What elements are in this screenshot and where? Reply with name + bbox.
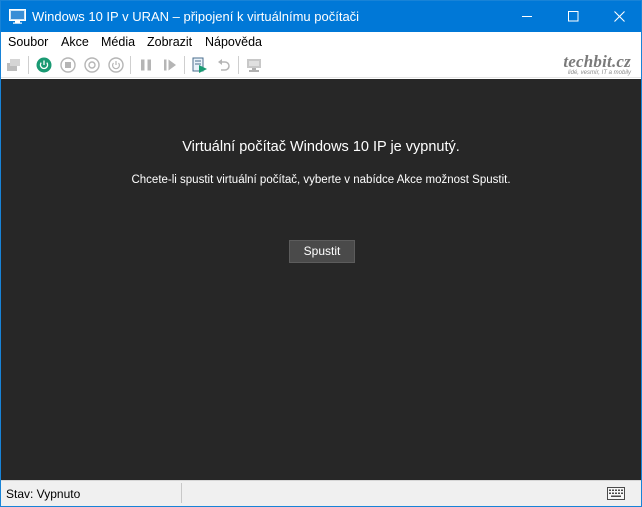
- menu-soubor[interactable]: Soubor: [8, 35, 48, 49]
- menu-akce[interactable]: Akce: [61, 35, 89, 49]
- minimize-icon: [522, 16, 532, 17]
- toolbar-separator: [184, 56, 185, 74]
- pause-icon: [141, 59, 151, 71]
- checkpoint-icon: [192, 57, 207, 73]
- close-button[interactable]: [596, 1, 642, 32]
- menu-media[interactable]: Média: [101, 35, 135, 49]
- vm-connection-window: Windows 10 IP v URAN – připojení k virtu…: [0, 0, 642, 507]
- ctrl-alt-del-button[interactable]: [4, 55, 24, 75]
- brand-name: techbit.cz: [563, 52, 631, 71]
- shut-down-button[interactable]: [82, 55, 102, 75]
- menu-napoveda[interactable]: Nápověda: [205, 35, 262, 49]
- save-button[interactable]: [106, 55, 126, 75]
- vm-connect-app-icon: [9, 8, 26, 24]
- resume-icon: [164, 59, 176, 71]
- pause-button[interactable]: [136, 55, 156, 75]
- start-icon: [36, 57, 52, 73]
- minimize-button[interactable]: [504, 1, 550, 32]
- techbit-logo: techbit.cz lidé, vesmír, IT a mobily: [563, 53, 631, 77]
- toolbar: techbit.cz lidé, vesmír, IT a mobily: [1, 52, 641, 78]
- vm-display-area[interactable]: Virtuální počítač Windows 10 IP je vypnu…: [1, 79, 641, 480]
- brand-tagline: lidé, vesmír, IT a mobily: [567, 70, 631, 76]
- resume-button[interactable]: [160, 55, 180, 75]
- enhanced-session-icon: [247, 59, 261, 72]
- turn-off-icon: [60, 57, 76, 73]
- vm-off-heading: Virtuální počítač Windows 10 IP je vypnu…: [182, 139, 460, 155]
- turn-off-button[interactable]: [58, 55, 78, 75]
- maximize-button[interactable]: [550, 1, 596, 32]
- save-icon: [108, 57, 124, 73]
- start-button-toolbar[interactable]: [34, 55, 54, 75]
- title-bar[interactable]: Windows 10 IP v URAN – připojení k virtu…: [1, 1, 641, 32]
- toolbar-separator: [238, 56, 239, 74]
- window-title: Windows 10 IP v URAN – připojení k virtu…: [32, 9, 360, 24]
- vm-status-text: Stav: Vypnuto: [6, 487, 81, 501]
- revert-icon: [218, 59, 230, 71]
- close-icon: [614, 11, 625, 22]
- checkpoint-button[interactable]: [190, 55, 210, 75]
- toolbar-separator: [130, 56, 131, 74]
- keyboard-icon[interactable]: [607, 487, 625, 505]
- enhanced-session-button[interactable]: [244, 55, 264, 75]
- maximize-icon: [568, 11, 579, 22]
- status-separator: [181, 483, 182, 503]
- vm-off-message: Chcete-li spustit virtuální počítač, vyb…: [131, 174, 511, 186]
- shut-down-icon: [84, 57, 100, 73]
- revert-button[interactable]: [214, 55, 234, 75]
- menu-bar: Soubor Akce Média Zobrazit Nápověda: [1, 32, 641, 52]
- status-bar: Stav: Vypnuto: [1, 480, 641, 506]
- start-vm-button[interactable]: Spustit: [289, 240, 355, 263]
- ctrl-alt-del-icon: [7, 59, 20, 71]
- toolbar-separator: [28, 56, 29, 74]
- menu-zobrazit[interactable]: Zobrazit: [147, 35, 192, 49]
